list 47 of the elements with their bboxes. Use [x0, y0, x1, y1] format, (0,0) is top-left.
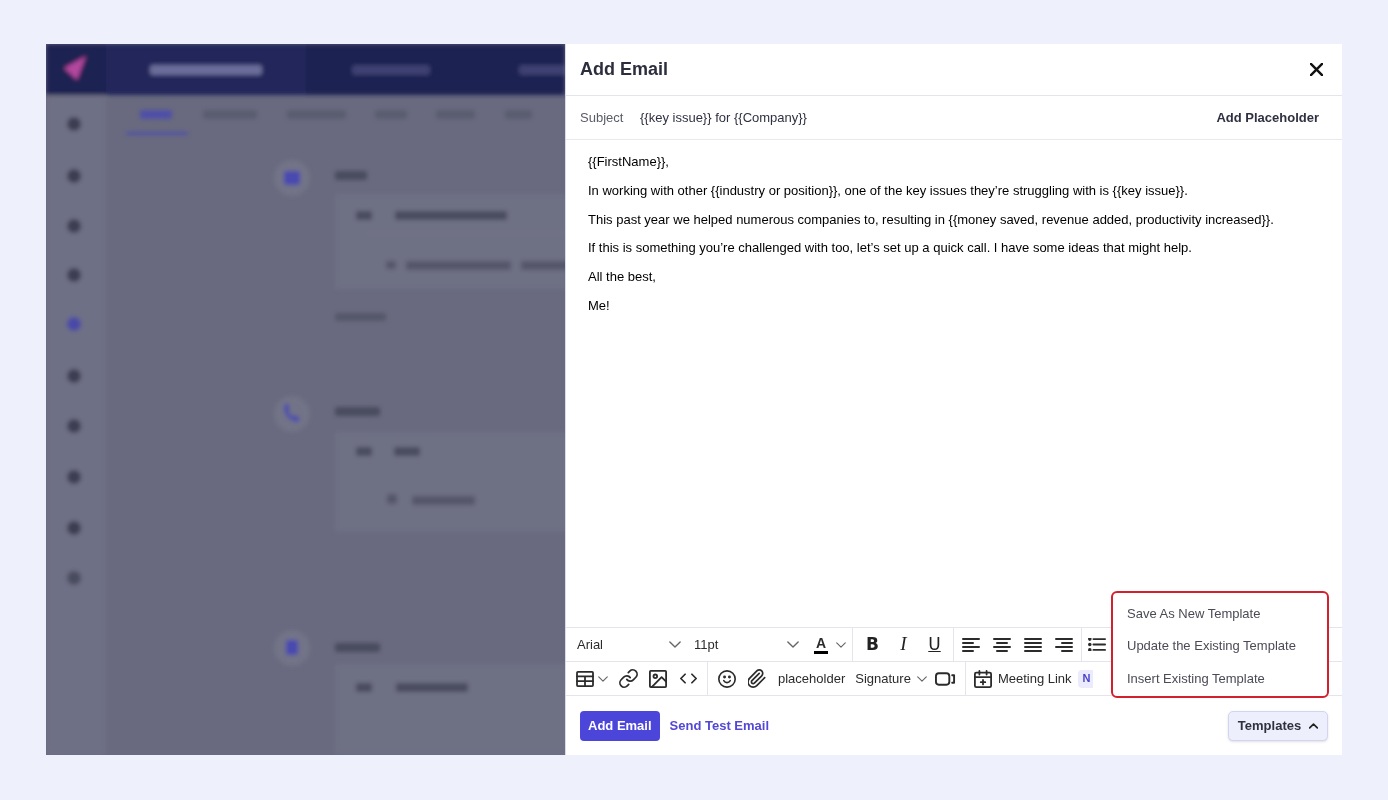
email-text-line: {{FirstName}},	[588, 153, 669, 171]
email-text-line: This past year we helped numerous companies to, resulting in {{money saved, revenue added, productivity increased}}.	[588, 210, 1274, 229]
code-icon	[679, 673, 697, 684]
chevron-down-icon	[916, 675, 927, 682]
new-badge: N	[1077, 669, 1093, 688]
text-color-button[interactable]: A	[806, 628, 853, 661]
dialog-title: Add Email	[580, 58, 668, 81]
template-menu-item[interactable]: Save As New Template	[1113, 597, 1327, 630]
signature-dropdown[interactable]: Signature	[851, 664, 931, 693]
templates-button[interactable]: Templates	[1228, 710, 1328, 741]
chevron-down-icon	[669, 641, 681, 648]
close-button[interactable]	[1309, 62, 1323, 77]
bullet-list-icon	[1088, 638, 1106, 651]
font-size-dropdown[interactable]: 11pt	[686, 628, 806, 661]
table-icon	[576, 670, 594, 687]
add-email-button[interactable]: Add Email	[580, 710, 660, 741]
template-menu-item[interactable]: Insert Existing Template	[1113, 662, 1327, 695]
italic-button[interactable]: I	[888, 630, 919, 659]
meeting-link-button[interactable]: Meeting Link	[973, 664, 1072, 693]
bold-button[interactable]: B	[857, 630, 888, 659]
paperclip-icon	[748, 669, 766, 688]
calendar-plus-icon	[973, 669, 992, 688]
email-text-line: In working with other {{industry or position}}, one of the key issues they’re struggling with is {{key issue}}.	[588, 181, 1188, 200]
email-text-line: Me!	[588, 297, 610, 315]
subject-field[interactable]: {{key issue}} for {{Company}}	[640, 107, 1207, 128]
email-text-line: If this is something you’re challenged with too, let’s set up a quick call. I have some ideas that might help.	[588, 239, 1192, 258]
video-icon	[935, 671, 957, 686]
add-placeholder-button[interactable]: Add Placeholder	[1216, 107, 1319, 128]
underline-button[interactable]: U	[919, 630, 950, 659]
smiley-icon	[718, 669, 736, 688]
placeholder-button[interactable]: placeholder	[772, 664, 852, 693]
image-icon	[649, 669, 667, 688]
subject-label: Subject	[580, 108, 625, 127]
align-right-icon	[1054, 637, 1073, 652]
chevron-down-icon	[836, 641, 847, 648]
align-center-icon	[992, 637, 1011, 652]
font-dropdown[interactable]: Arial	[566, 628, 686, 661]
template-menu-item[interactable]: Update the Existing Template	[1113, 629, 1327, 662]
chevron-down-icon	[787, 641, 799, 648]
chevron-down-icon	[598, 675, 608, 682]
chevron-up-icon	[1309, 722, 1319, 729]
email-text-line: All the best,	[588, 268, 656, 287]
send-test-email-link[interactable]: Send Test Email	[669, 715, 770, 736]
justify-icon	[1023, 637, 1042, 652]
align-left-icon	[961, 637, 980, 652]
link-icon	[618, 669, 638, 688]
close-icon	[1309, 63, 1323, 76]
